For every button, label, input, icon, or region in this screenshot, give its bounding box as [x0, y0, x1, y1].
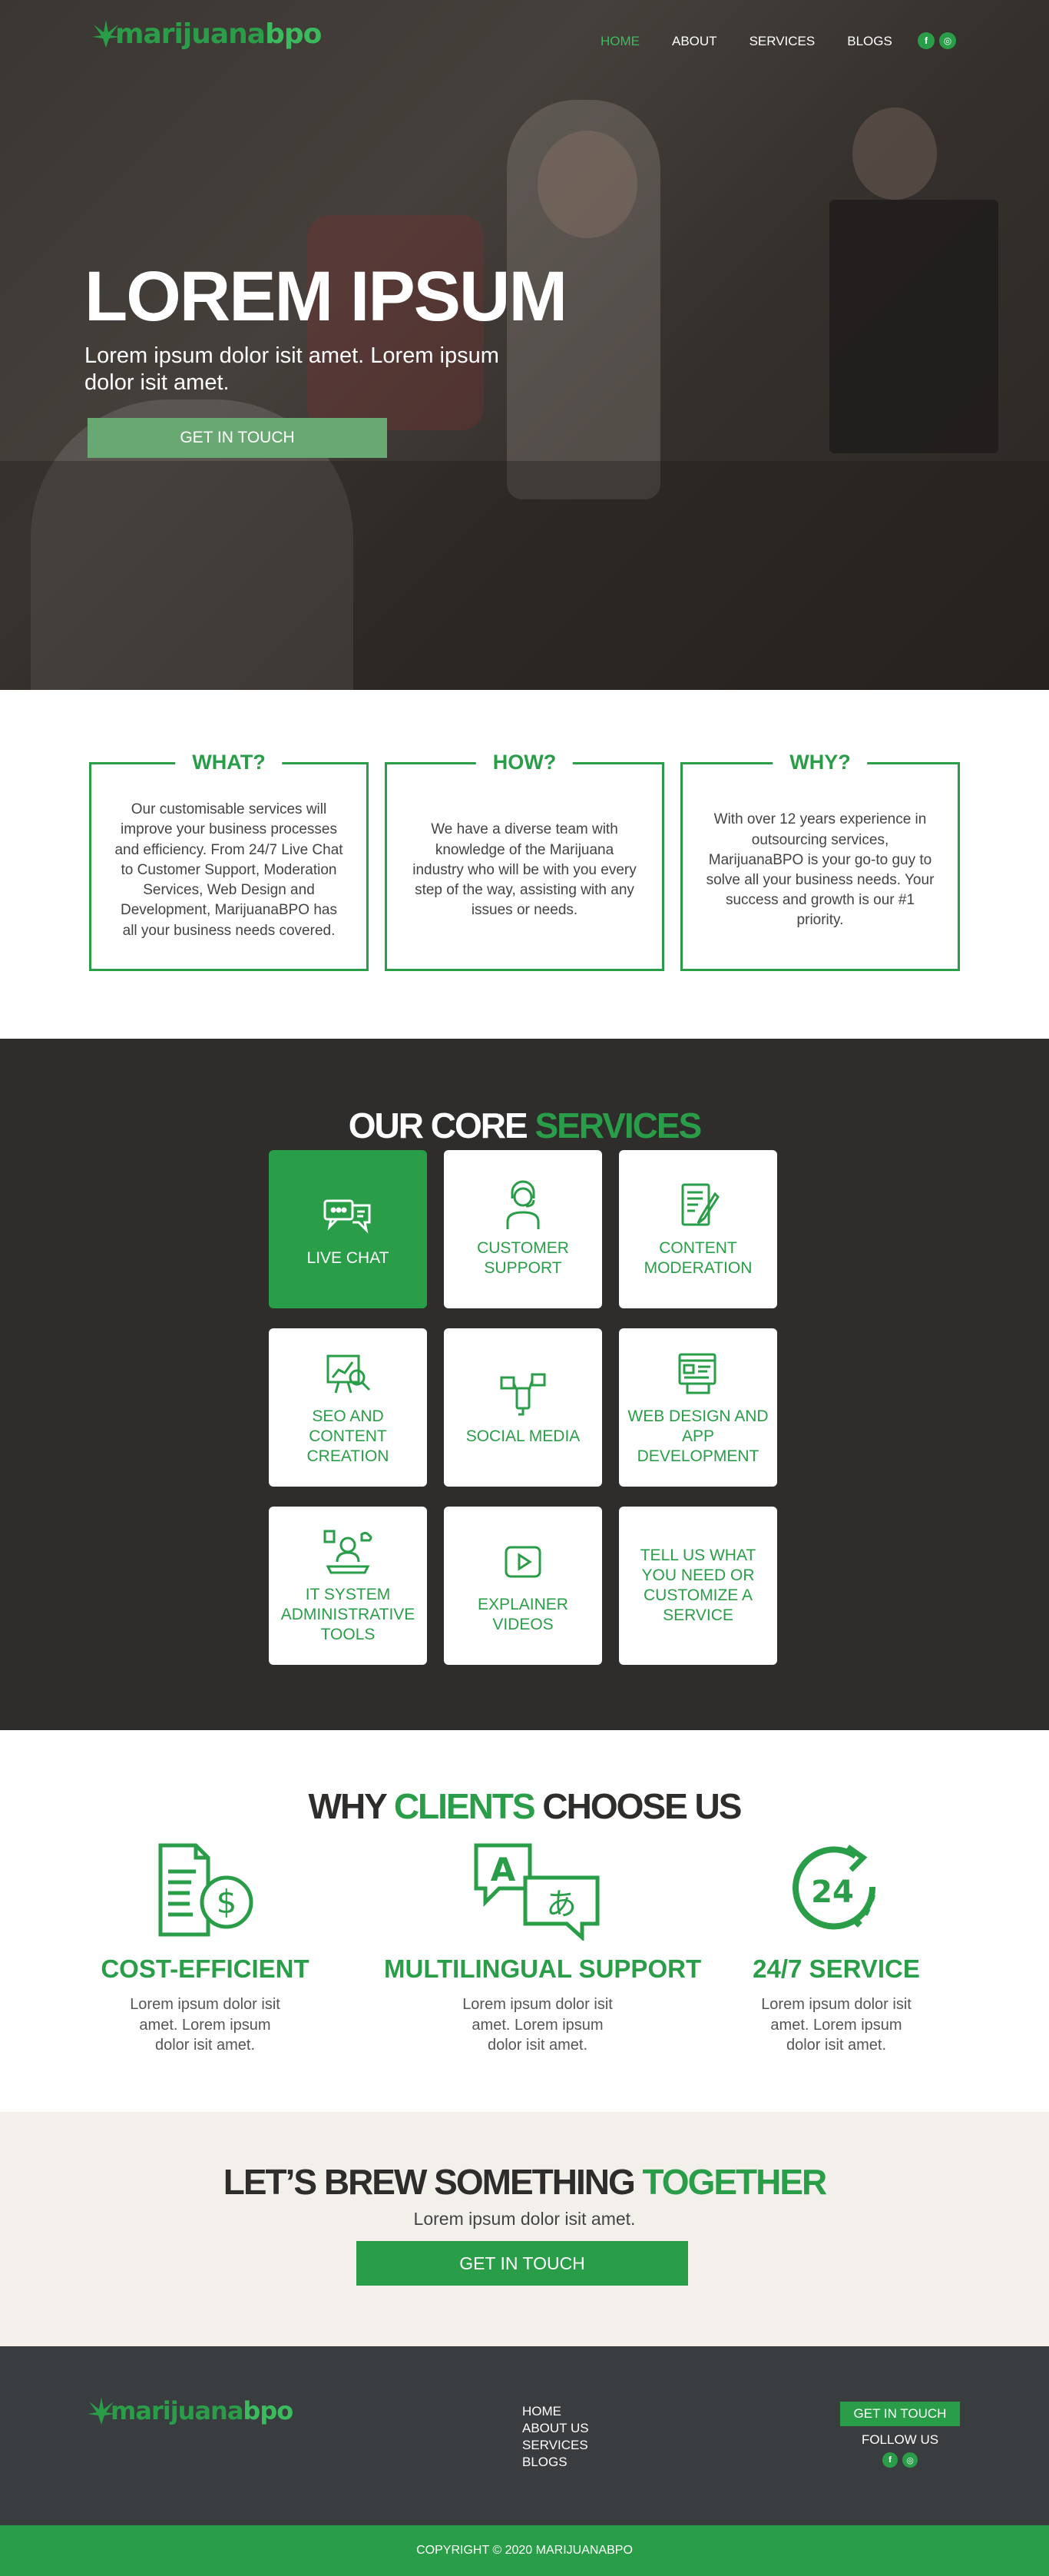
- footer-link-services[interactable]: SERVICES: [522, 2437, 589, 2454]
- social-media-icon: [500, 1373, 546, 1416]
- footer-link-home[interactable]: HOME: [522, 2403, 589, 2420]
- logo-text-part2: bpo: [265, 18, 322, 50]
- service-label: EXPLAINER VIDEOS: [478, 1595, 568, 1633]
- facebook-icon[interactable]: f: [882, 2452, 898, 2468]
- play-button-icon: [505, 1546, 541, 1578]
- what-box: WHAT? Our customisable services will imp…: [89, 751, 369, 971]
- services-title: OUR CORE SERVICES: [0, 1105, 1049, 1146]
- it-admin-icon: [323, 1530, 372, 1574]
- feature-cost-efficient: $ COST-EFFICIENT Lorem ipsum dolor isit …: [82, 1841, 328, 2056]
- hero-content: LOREM IPSUM Lorem ipsum dolor isit amet.…: [84, 257, 568, 458]
- hero-title: LOREM IPSUM: [84, 257, 568, 336]
- copyright-bar: COPYRIGHT © 2020 MARIJUANABPO: [0, 2525, 1049, 2576]
- service-label: CONTENT MODERATION: [644, 1238, 753, 1277]
- why-title-part3: CHOOSE US: [542, 1786, 742, 1826]
- instagram-icon[interactable]: ◎: [902, 2452, 918, 2468]
- why-choose-us-section: WHY CLIENTS CHOOSE US $ COST-EFFICIENT L…: [0, 1730, 1049, 2112]
- svg-text:24: 24: [811, 1875, 854, 1910]
- service-card-seo-content[interactable]: SEO AND CONTENT CREATION: [269, 1328, 427, 1487]
- service-card-customer-support[interactable]: CUSTOMER SUPPORT: [444, 1150, 602, 1308]
- nav-item-blogs[interactable]: BLOGS: [847, 34, 892, 49]
- nav-item-about[interactable]: ABOUT: [672, 34, 717, 49]
- follow-us-label: FOLLOW US: [861, 2432, 939, 2447]
- service-label: SOCIAL MEDIA: [465, 1427, 581, 1445]
- logo-text-part2: bpo: [243, 2396, 293, 2425]
- footer-social-links: f ◎: [840, 2452, 960, 2468]
- cta-section: LET’S BREW SOMETHING TOGETHER Lorem ipsu…: [0, 2112, 1049, 2346]
- services-grid: LIVE CHAT CUSTOMER SUPPORT CONTENT MODER…: [269, 1150, 777, 1665]
- seo-chart-icon: [326, 1354, 371, 1394]
- feature-text: Lorem ipsum dolor isit amet. Lorem ipsum…: [761, 1996, 912, 2054]
- feature-text: Lorem ipsum dolor isit amet. Lorem ipsum…: [462, 1996, 613, 2054]
- why-title: WHY CLIENTS CHOOSE US: [0, 1785, 1049, 1827]
- service-card-live-chat[interactable]: LIVE CHAT: [269, 1150, 427, 1308]
- cta-title-part2: TOGETHER: [642, 2162, 828, 2202]
- chat-bubbles-icon: [323, 1199, 371, 1234]
- logo-text-part1: marijuana: [115, 18, 266, 50]
- svg-text:A: A: [491, 1851, 516, 1888]
- footer-get-in-touch-button[interactable]: GET IN TOUCH: [840, 2402, 960, 2426]
- invoice-dollar-icon: $: [158, 1843, 253, 1937]
- cta-subtitle: Lorem ipsum dolor isit amet.: [413, 2209, 636, 2229]
- what-box-text: Our customisable services will improve y…: [114, 801, 343, 939]
- why-box-text: With over 12 years experience in outsour…: [706, 811, 935, 929]
- facebook-icon[interactable]: f: [918, 32, 935, 49]
- how-box: HOW? We have a diverse team with knowled…: [385, 751, 664, 971]
- cta-get-in-touch-button[interactable]: GET IN TOUCH: [356, 2241, 688, 2286]
- footer-menu: HOME ABOUT US SERVICES BLOGS: [522, 2403, 589, 2471]
- service-label: SEO AND CONTENT CREATION: [306, 1407, 389, 1466]
- service-label: IT SYSTEM ADMINISTRATIVE TOOLS: [280, 1585, 415, 1644]
- site-logo[interactable]: marijuanabpo: [91, 17, 322, 51]
- hero-section: marijuanabpo HOME ABOUT SERVICES BLOGS f…: [0, 0, 1049, 690]
- footer: marijuanabpo HOME ABOUT US SERVICES BLOG…: [0, 2346, 1049, 2525]
- headset-agent-icon: [506, 1180, 540, 1229]
- instagram-icon[interactable]: ◎: [939, 32, 956, 49]
- feature-multilingual: A あ MULTILINGUAL SUPPORT Lorem ipsum dol…: [384, 1841, 702, 2056]
- core-services-section: OUR CORE SERVICES LIVE CHAT CUSTOMER SUP…: [0, 1039, 1049, 1730]
- web-design-icon: [678, 1353, 716, 1394]
- feature-title: COST-EFFICIENT: [101, 1954, 309, 1983]
- clock-24-icon: 24: [793, 1845, 876, 1930]
- footer-link-blogs[interactable]: BLOGS: [522, 2454, 589, 2471]
- service-card-web-design[interactable]: WEB DESIGN AND APP DEVELOPMENT: [619, 1328, 777, 1487]
- cta-title: LET’S BREW SOMETHING TOGETHER: [0, 2161, 1049, 2203]
- service-card-it-admin[interactable]: IT SYSTEM ADMINISTRATIVE TOOLS: [269, 1507, 427, 1665]
- service-card-content-moderation[interactable]: CONTENT MODERATION: [619, 1150, 777, 1308]
- why-title-part1: WHY: [308, 1786, 387, 1826]
- nav-item-home[interactable]: HOME: [601, 34, 640, 49]
- header-social-links: f ◎: [918, 32, 956, 49]
- why-title-part2: CLIENTS: [393, 1786, 536, 1826]
- service-card-custom[interactable]: TELL US WHAT YOU NEED OR CUSTOMIZE A SER…: [619, 1507, 777, 1665]
- nav-item-services[interactable]: SERVICES: [750, 34, 816, 49]
- hero-subtitle: Lorem ipsum dolor isit amet. Lorem ipsum…: [84, 343, 499, 395]
- service-label: LIVE CHAT: [306, 1248, 389, 1267]
- footer-logo[interactable]: marijuanabpo: [86, 2394, 293, 2428]
- document-pen-icon: [681, 1183, 720, 1226]
- service-label: CUSTOMER SUPPORT: [477, 1238, 569, 1277]
- how-box-text: We have a diverse team with knowledge of…: [412, 821, 637, 919]
- copyright-text: COPYRIGHT © 2020 MARIJUANABPO: [416, 2544, 633, 2557]
- feature-24-7: 24 24/7 SERVICE Lorem ipsum dolor isit a…: [713, 1841, 959, 2056]
- svg-text:$: $: [217, 1883, 237, 1921]
- translate-icon: A あ: [474, 1843, 600, 1941]
- services-title-part2: SERVICES: [534, 1106, 702, 1145]
- service-card-explainer-videos[interactable]: EXPLAINER VIDEOS: [444, 1507, 602, 1665]
- footer-contact: GET IN TOUCH FOLLOW US f ◎: [840, 2402, 960, 2468]
- cta-title-part1: LET’S BREW SOMETHING: [223, 2162, 636, 2202]
- feature-title: MULTILINGUAL SUPPORT: [384, 1954, 702, 1983]
- services-title-part1: OUR CORE: [348, 1106, 528, 1145]
- main-menu: HOME ABOUT SERVICES BLOGS: [601, 34, 892, 49]
- why-box: WHY? With over 12 years experience in ou…: [680, 751, 960, 971]
- about-boxes-section: WHAT? Our customisable services will imp…: [0, 690, 1049, 1039]
- svg-text:あ: あ: [546, 1887, 577, 1922]
- feature-title: 24/7 SERVICE: [753, 1954, 920, 1983]
- service-label: TELL US WHAT YOU NEED OR CUSTOMIZE A SER…: [640, 1546, 756, 1625]
- service-card-social-media[interactable]: SOCIAL MEDIA: [444, 1328, 602, 1487]
- feature-text: Lorem ipsum dolor isit amet. Lorem ipsum…: [130, 1996, 280, 2054]
- service-label: WEB DESIGN AND APP DEVELOPMENT: [627, 1407, 769, 1466]
- footer-link-about[interactable]: ABOUT US: [522, 2420, 589, 2437]
- top-nav: marijuanabpo HOME ABOUT SERVICES BLOGS f…: [0, 0, 1049, 85]
- logo-text-part1: marijuana: [111, 2396, 243, 2425]
- hero-get-in-touch-button[interactable]: GET IN TOUCH: [88, 417, 387, 458]
